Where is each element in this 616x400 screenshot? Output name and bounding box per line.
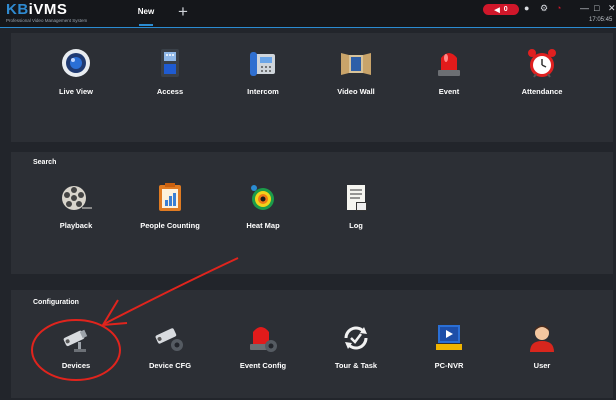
event-icon (431, 46, 467, 82)
heat-map-icon (245, 180, 281, 216)
intercom-icon (245, 46, 281, 82)
devices-icon (58, 320, 94, 356)
pc-nvr-tile[interactable]: PC-NVR (404, 320, 494, 370)
add-tab-icon[interactable]: + (178, 3, 188, 20)
tour-task-tile[interactable]: Tour & Task (311, 320, 401, 370)
tour-task-icon (338, 320, 374, 356)
heat-map-label: Heat Map (246, 221, 280, 230)
alarm-badge[interactable]: ◀ 0 (483, 4, 519, 15)
access-label: Access (156, 87, 184, 96)
video-wall-icon (338, 46, 374, 82)
event-config-icon (245, 320, 281, 356)
access-tile[interactable]: Access (125, 46, 215, 96)
live-view-tile[interactable]: Live View (31, 46, 121, 96)
intercom-label: Intercom (247, 87, 279, 96)
logo-subtitle: Professional Video Management System (6, 18, 88, 23)
event-config-tile[interactable]: Event Config (218, 320, 308, 370)
maximize-icon[interactable]: □ (594, 3, 599, 13)
performance-icon[interactable]: ◔ (556, 3, 561, 13)
devices-tile[interactable]: Devices (31, 320, 121, 370)
pc-nvr-icon (431, 320, 467, 356)
configuration-title: Configuration (33, 299, 79, 306)
tour-task-label: Tour & Task (334, 361, 378, 370)
video-wall-label: Video Wall (337, 87, 375, 96)
active-tab-indicator (139, 24, 153, 26)
user-icon (524, 320, 560, 356)
attendance-tile[interactable]: Attendance (497, 46, 587, 96)
playback-label: Playback (59, 221, 93, 230)
app-logo: KBiVMS Professional Video Management Sys… (6, 2, 87, 24)
alarm-count: 0 (503, 6, 508, 13)
search-title: Search (33, 159, 57, 166)
access-icon (152, 46, 188, 82)
people-counting-tile[interactable]: People Counting (125, 180, 215, 230)
user-account-icon[interactable]: ● (524, 3, 529, 13)
user-label: User (533, 361, 551, 370)
attendance-icon (524, 46, 560, 82)
event-label: Event (438, 87, 460, 96)
user-tile[interactable]: User (497, 320, 587, 370)
log-tile[interactable]: Log (311, 180, 401, 230)
close-icon[interactable]: ✕ (608, 3, 616, 14)
people-counting-label: People Counting (140, 221, 200, 230)
log-icon (338, 180, 374, 216)
playback-tile[interactable]: Playback (31, 180, 121, 230)
heat-map-tile[interactable]: Heat Map (218, 180, 308, 230)
live-view-label: Live View (58, 87, 94, 96)
logo-kb: KB (6, 1, 29, 18)
log-label: Log (349, 221, 363, 230)
people-counting-icon (152, 180, 188, 216)
video-wall-tile[interactable]: Video Wall (311, 46, 401, 96)
tab-new[interactable]: New (131, 0, 161, 27)
device-cfg-icon (152, 320, 188, 356)
clock: 17:05:45 (589, 17, 613, 23)
live-view-icon (58, 46, 94, 82)
pc-nvr-label: PC-NVR (434, 361, 464, 370)
device-cfg-tile[interactable]: Device CFG (125, 320, 215, 370)
attendance-label: Attendance (521, 87, 563, 96)
logo-ivms: iVMS (28, 1, 68, 18)
devices-label: Devices (61, 361, 91, 370)
event-tile[interactable]: Event (404, 46, 494, 96)
device-cfg-label: Device CFG (148, 361, 192, 370)
event-config-label: Event Config (239, 361, 287, 370)
settings-icon[interactable]: ⚙ (540, 3, 548, 14)
intercom-tile[interactable]: Intercom (218, 46, 308, 96)
speaker-icon: ◀ (494, 6, 500, 14)
minimize-icon[interactable]: — (580, 3, 589, 13)
title-bar: KBiVMS Professional Video Management Sys… (0, 0, 616, 28)
playback-icon (58, 180, 94, 216)
